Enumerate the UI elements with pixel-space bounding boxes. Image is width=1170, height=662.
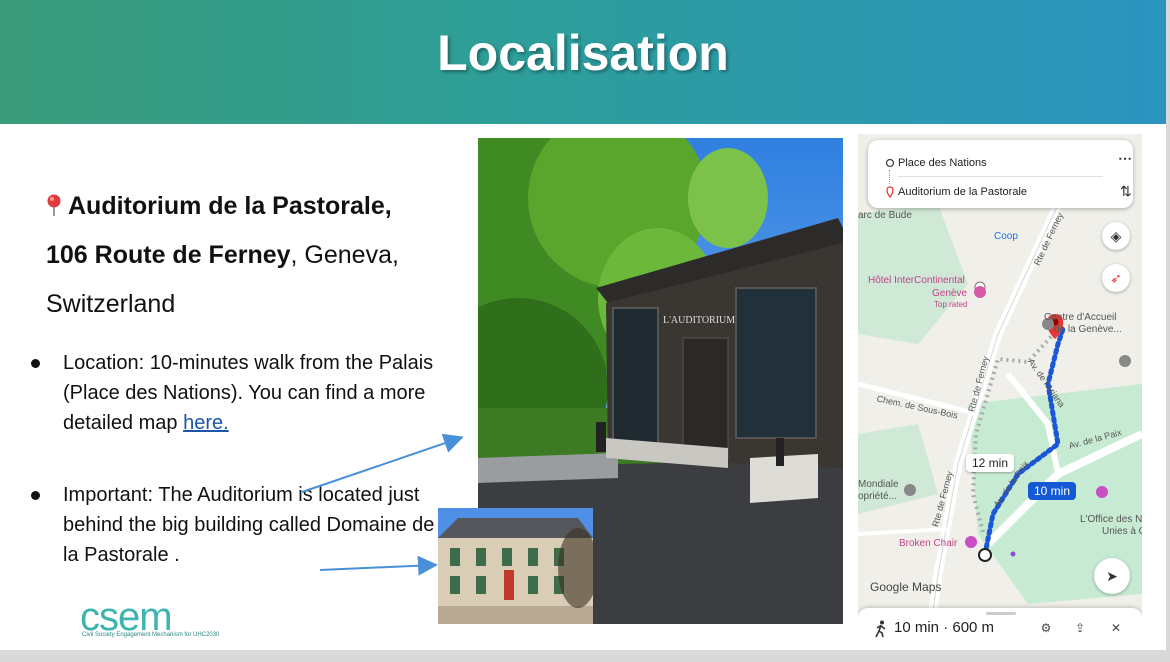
origin-circle-icon: [885, 158, 895, 168]
route-chip-alt[interactable]: 12 min: [966, 454, 1015, 472]
round-pushpin-icon: [47, 194, 61, 216]
map-label-office[interactable]: L'Office des N: [1080, 514, 1142, 525]
hotel-icon[interactable]: [974, 286, 986, 298]
route-summary: 10 min · 600 m: [894, 619, 995, 636]
mondiale-icon: [904, 484, 916, 496]
bullet-location: Location: 10-minutes walk from the Palai…: [28, 348, 438, 438]
csem-logo: csem: [80, 600, 173, 639]
map-label-hotel[interactable]: Hôtel InterContinental: [868, 275, 965, 286]
map-label-hotel-city: Genève: [932, 288, 968, 299]
map-label-centre-2: de la Genève...: [1054, 324, 1122, 335]
map-label-mondiale-2: opriété...: [858, 491, 897, 502]
country: Switzerland: [46, 290, 176, 318]
walking-icon: [875, 620, 886, 638]
venue-name: Auditorium de la Pastorale,: [68, 192, 392, 220]
more-options-icon[interactable]: ⋯: [1118, 150, 1132, 167]
slide: Localisation Auditorium de la Pastorale,…: [0, 0, 1166, 650]
map-view[interactable]: arc de Bude Coop Hôtel InterContinental …: [858, 134, 1142, 648]
office-icon[interactable]: [1096, 486, 1108, 498]
broken-chair-icon[interactable]: [965, 536, 977, 548]
street-address: 106 Route de Ferney: [46, 241, 291, 269]
map-label-broken-chair[interactable]: Broken Chair: [899, 538, 957, 549]
map-label-centre[interactable]: Centre d'Accueil: [1044, 312, 1117, 323]
route-options-icon[interactable]: ⚙: [1036, 618, 1056, 638]
address-line-2: 106 Route de Ferney, Geneva,: [46, 231, 446, 280]
bullet-important-text: Important: The Auditorium is located jus…: [63, 484, 435, 566]
title-banner: Localisation: [0, 0, 1166, 124]
route-start-marker[interactable]: [978, 548, 992, 562]
poi-right-icon: [1119, 355, 1131, 367]
map-label-mondiale: Mondiale: [858, 479, 899, 490]
map-label-coop[interactable]: Coop: [994, 231, 1018, 242]
map-label-parc: arc de Bude: [858, 210, 912, 221]
detailed-map-link[interactable]: here.: [183, 412, 229, 434]
building-sign: L'AUDITORIUM: [663, 315, 735, 326]
google-maps-logo: Google Maps: [870, 580, 942, 594]
route-origin[interactable]: Place des Nations: [898, 157, 987, 169]
route-chip-selected[interactable]: 10 min: [1028, 482, 1077, 500]
route-card[interactable]: Place des Nations Auditorium de la Pasto…: [868, 140, 1133, 208]
logo-tagline: Civil Society Engagement Mechanism for U…: [82, 632, 220, 638]
slide-title: Localisation: [437, 25, 729, 81]
swap-directions-icon[interactable]: ⇅: [1120, 183, 1132, 200]
close-icon[interactable]: ✕: [1106, 618, 1126, 638]
drag-handle[interactable]: [986, 612, 1016, 615]
bullet-location-text: Location: 10-minutes walk from the Palai…: [63, 352, 434, 434]
my-location-icon[interactable]: ➤: [1094, 558, 1130, 594]
bullet-important: Important: The Auditorium is located jus…: [28, 480, 438, 570]
city: , Geneva,: [290, 241, 399, 269]
address-block: Auditorium de la Pastorale, 106 Route de…: [46, 182, 446, 329]
address-line-1: Auditorium de la Pastorale,: [46, 182, 446, 231]
compass-icon[interactable]: ➶: [1102, 264, 1130, 292]
map-label-office-2: Unies à G: [1102, 526, 1142, 537]
domaine-pastorale-photo: [438, 508, 593, 624]
destination-marker-icon: [886, 186, 894, 198]
route-destination[interactable]: Auditorium de la Pastorale: [898, 186, 1027, 198]
share-icon[interactable]: ⇪: [1070, 618, 1090, 638]
layers-icon[interactable]: ◈: [1102, 222, 1130, 250]
map-label-hotel-rating: Top rated: [934, 300, 968, 309]
bullet-list: Location: 10-minutes walk from the Palai…: [28, 348, 438, 612]
route-summary-bar[interactable]: 10 min · 600 m ⚙ ⇪ ✕: [858, 608, 1142, 648]
